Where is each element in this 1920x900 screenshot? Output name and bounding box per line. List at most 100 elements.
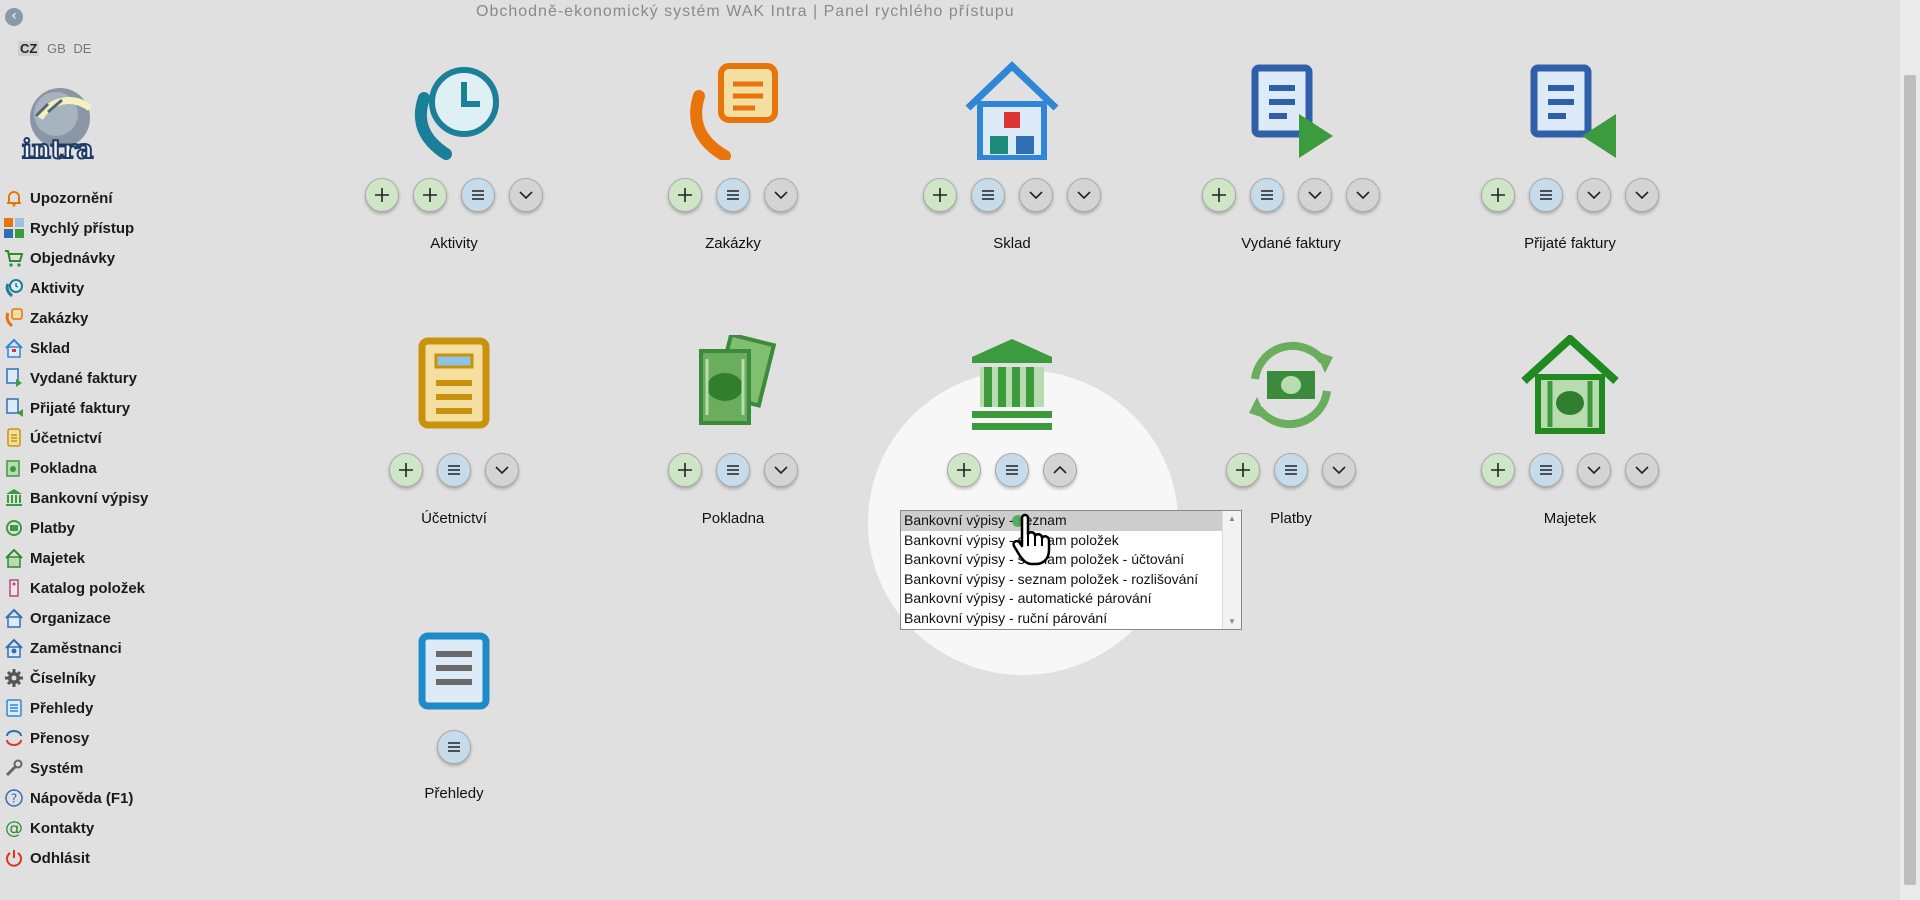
dropdown-option[interactable]: Bankovní výpisy - automatické párování <box>901 589 1241 609</box>
add-button[interactable] <box>1202 178 1236 212</box>
sidebar-item-system[interactable]: Systém <box>3 753 203 783</box>
sidebar-item-upozorneni[interactable]: Upozornění <box>3 183 203 213</box>
sidebar-item-vydane-faktury[interactable]: Vydané faktury <box>3 363 203 393</box>
activities-clock-phone-icon <box>414 67 499 160</box>
list-button[interactable] <box>716 453 750 487</box>
expand-button[interactable] <box>509 178 543 212</box>
add-button[interactable] <box>389 453 423 487</box>
dropdown-option[interactable]: Bankovní výpisy - seznam položek <box>901 531 1241 551</box>
scroll-down-icon[interactable]: ▼ <box>1223 617 1241 626</box>
bank-statements-dropdown[interactable]: Bankovní výpisy - seznam Bankovní výpisy… <box>900 510 1242 630</box>
add-button[interactable] <box>668 178 702 212</box>
sidebar-item-prijate-faktury[interactable]: Přijaté faktury <box>3 393 203 423</box>
add-button[interactable] <box>947 453 981 487</box>
expand-button[interactable] <box>1298 178 1332 212</box>
expand-button[interactable] <box>1577 453 1611 487</box>
list-button[interactable] <box>1274 453 1308 487</box>
dropdown-option[interactable]: Bankovní výpisy - seznam položek - rozli… <box>901 570 1241 590</box>
add-button[interactable] <box>1481 453 1515 487</box>
cash-icon <box>3 457 25 479</box>
list-button[interactable] <box>1250 178 1284 212</box>
sidebar-item-prehledy[interactable]: Přehledy <box>3 693 203 723</box>
svg-text:@: @ <box>5 818 23 838</box>
sidebar-item-platby[interactable]: Platby <box>3 513 203 543</box>
sidebar-item-kontakty[interactable]: @ Kontakty <box>3 813 203 843</box>
tile-ucetnictvi: Účetnictví <box>344 335 564 565</box>
language-switcher: CZ GB DE <box>18 41 95 56</box>
house-icon <box>3 337 25 359</box>
tile-label: Vydané faktury <box>1241 235 1341 252</box>
sidebar-item-prenosy[interactable]: Přenosy <box>3 723 203 753</box>
expand-button[interactable] <box>764 453 798 487</box>
expand-button[interactable] <box>1625 453 1659 487</box>
sidebar-item-zakazky[interactable]: Zakázky <box>3 303 203 333</box>
sidebar-item-bankovni-vypisy[interactable]: Bankovní výpisy <box>3 483 203 513</box>
add-button[interactable] <box>923 178 957 212</box>
sidebar-item-zamestnanci[interactable]: Zaměstnanci <box>3 633 203 663</box>
payment-cycle-icon <box>3 517 25 539</box>
list-button[interactable] <box>437 730 471 764</box>
sidebar-item-ucetnictvi[interactable]: Účetnictví <box>3 423 203 453</box>
expand-button[interactable] <box>1346 178 1380 212</box>
sidebar-item-label: Majetek <box>30 549 86 567</box>
back-button[interactable]: ‹ <box>5 8 23 26</box>
dropdown-option[interactable]: Bankovní výpisy - seznam položek - účtov… <box>901 550 1241 570</box>
add-button[interactable] <box>668 453 702 487</box>
sidebar-item-aktivity[interactable]: Aktivity <box>3 273 203 303</box>
expand-button[interactable] <box>1019 178 1053 212</box>
add-button[interactable] <box>365 178 399 212</box>
bank-building-icon <box>972 339 1052 430</box>
list-button[interactable] <box>1529 178 1563 212</box>
sidebar-item-napoveda[interactable]: ? Nápověda (F1) <box>3 783 203 813</box>
add-button[interactable] <box>413 178 447 212</box>
accounting-document-icon <box>418 337 490 429</box>
collapse-button[interactable] <box>1043 453 1077 487</box>
dropdown-option[interactable]: Bankovní výpisy - ruční párování <box>901 609 1241 629</box>
dropdown-option[interactable]: Bankovní výpisy - seznam <box>901 511 1241 531</box>
sidebar-item-label: Organizace <box>30 609 111 627</box>
expand-button[interactable] <box>1067 178 1101 212</box>
sidebar-item-label: Přehledy <box>30 699 94 717</box>
page-scrollbar-thumb[interactable] <box>1904 75 1916 885</box>
list-icon <box>3 697 25 719</box>
sidebar-item-label: Kontakty <box>30 819 95 837</box>
dropdown-scrollbar[interactable]: ▲ ▼ <box>1222 511 1241 629</box>
sidebar-item-majetek[interactable]: Majetek <box>3 543 203 573</box>
sidebar-item-label: Přenosy <box>30 729 90 747</box>
sidebar-item-sklad[interactable]: Sklad <box>3 333 203 363</box>
expand-button[interactable] <box>1322 453 1356 487</box>
gear-icon <box>3 667 25 689</box>
scroll-up-icon[interactable]: ▲ <box>1223 514 1241 523</box>
tile-label: Účetnictví <box>421 510 487 527</box>
sidebar-item-objednavky[interactable]: Objednávky <box>3 243 203 273</box>
sidebar-item-organizace[interactable]: Organizace <box>3 603 203 633</box>
tile-pokladna: Pokladna <box>623 335 843 565</box>
add-button[interactable] <box>1481 178 1515 212</box>
sidebar-item-odhlasit[interactable]: Odhlásit <box>3 843 203 873</box>
tile-label: Přehledy <box>424 785 484 802</box>
sidebar-item-pokladna[interactable]: Pokladna <box>3 453 203 483</box>
payments-cycle-icon <box>1249 341 1333 429</box>
tile-vydane-faktury: Vydané faktury <box>1181 60 1401 290</box>
list-button[interactable] <box>971 178 1005 212</box>
property-icon <box>3 547 25 569</box>
tile-label: Přijaté faktury <box>1524 235 1616 252</box>
expand-button[interactable] <box>1577 178 1611 212</box>
sidebar-item-rychly-pristup[interactable]: Rychlý přístup <box>3 213 203 243</box>
expand-button[interactable] <box>764 178 798 212</box>
list-button[interactable] <box>437 453 471 487</box>
list-button[interactable] <box>716 178 750 212</box>
expand-button[interactable] <box>485 453 519 487</box>
expand-button[interactable] <box>1625 178 1659 212</box>
sidebar-item-ciselniky[interactable]: Číselníky <box>3 663 203 693</box>
lang-cz[interactable]: CZ <box>18 41 40 56</box>
list-button[interactable] <box>995 453 1029 487</box>
add-button[interactable] <box>1226 453 1260 487</box>
lang-de[interactable]: DE <box>73 41 91 56</box>
tile-prijate-faktury: Přijaté faktury <box>1460 60 1680 290</box>
list-button[interactable] <box>1529 453 1563 487</box>
lang-gb[interactable]: GB <box>47 41 66 56</box>
list-button[interactable] <box>461 178 495 212</box>
sidebar-item-katalog-polozek[interactable]: Katalog položek <box>3 573 203 603</box>
page-scrollbar[interactable] <box>1900 0 1920 900</box>
